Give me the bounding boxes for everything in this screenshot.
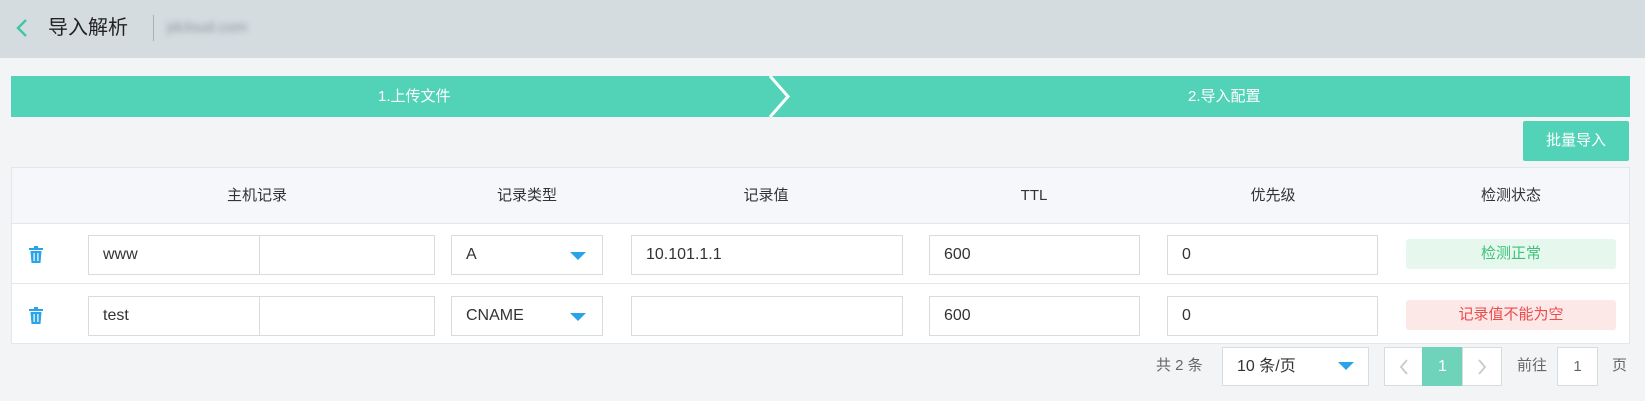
status-badge: 检测正常 xyxy=(1406,239,1616,269)
record-type-select[interactable]: CNAME xyxy=(451,296,603,336)
domain-name: jdcloud.com xyxy=(167,19,248,36)
page-size-select[interactable]: 10 条/页 xyxy=(1222,347,1369,386)
goto-label: 前往 xyxy=(1517,357,1548,374)
priority-input[interactable]: 0 xyxy=(1167,235,1378,275)
caret-down-icon xyxy=(570,252,586,260)
delete-row-button[interactable] xyxy=(29,307,43,324)
step-upload-file: 1.上传文件 xyxy=(378,88,451,105)
trash-icon xyxy=(29,307,43,324)
page-number-current[interactable]: 1 xyxy=(1422,347,1463,386)
column-header-status: 检测状态 xyxy=(1480,187,1542,204)
table-row: test CNAME 600 0 记录值不能为空 xyxy=(12,285,1629,345)
column-header-priority: 优先级 xyxy=(1250,187,1296,204)
top-bar: 导入解析 jdcloud.com xyxy=(0,0,1645,58)
prev-page-button[interactable] xyxy=(1384,347,1423,386)
table-row: www A 10.101.1.1 600 0 检测正常 xyxy=(12,224,1629,284)
record-type-value: A xyxy=(466,246,477,263)
host-record-input[interactable]: test xyxy=(88,296,260,336)
next-page-button[interactable] xyxy=(1462,347,1502,386)
chevron-left-icon xyxy=(1399,359,1408,375)
records-table: 主机记录 记录类型 记录值 TTL 优先级 检测状态 www A 10.101.… xyxy=(11,167,1630,344)
trash-icon xyxy=(29,246,43,263)
step-import-config: 2.导入配置 xyxy=(1188,88,1261,105)
delete-row-button[interactable] xyxy=(29,246,43,263)
chevron-left-icon xyxy=(16,19,27,37)
ttl-input[interactable]: 600 xyxy=(929,235,1140,275)
record-type-value: CNAME xyxy=(466,307,524,324)
host-record-suffix-input[interactable] xyxy=(259,296,435,336)
caret-down-icon xyxy=(570,313,586,321)
status-badge: 记录值不能为空 xyxy=(1406,300,1616,330)
column-header-host: 主机记录 xyxy=(226,187,288,204)
column-header-ttl: TTL xyxy=(1020,187,1048,204)
goto-unit: 页 xyxy=(1612,357,1628,374)
page-size-value: 10 条/页 xyxy=(1237,358,1296,375)
record-value-input[interactable] xyxy=(631,296,903,336)
pagination-total: 共 2 条 xyxy=(1156,357,1203,374)
chevron-right-icon xyxy=(1478,359,1487,375)
record-type-select[interactable]: A xyxy=(451,235,603,275)
column-header-value: 记录值 xyxy=(743,187,789,204)
host-record-suffix-input[interactable] xyxy=(259,235,435,275)
column-header-type: 记录类型 xyxy=(496,187,558,204)
batch-import-button[interactable]: 批量导入 xyxy=(1523,121,1629,161)
goto-page-input[interactable]: 1 xyxy=(1557,347,1598,386)
page-title: 导入解析 xyxy=(48,17,128,39)
title-divider xyxy=(153,15,154,41)
host-record-input[interactable]: www xyxy=(88,235,260,275)
back-button[interactable] xyxy=(14,17,30,39)
ttl-input[interactable]: 600 xyxy=(929,296,1140,336)
record-value-input[interactable]: 10.101.1.1 xyxy=(631,235,903,275)
table-header: 主机记录 记录类型 记录值 TTL 优先级 检测状态 xyxy=(12,168,1629,224)
step-indicator: 1.上传文件 2.导入配置 xyxy=(11,76,1630,117)
caret-down-icon xyxy=(1338,362,1354,370)
priority-input[interactable]: 0 xyxy=(1167,296,1378,336)
step-separator-arrow xyxy=(768,76,790,117)
